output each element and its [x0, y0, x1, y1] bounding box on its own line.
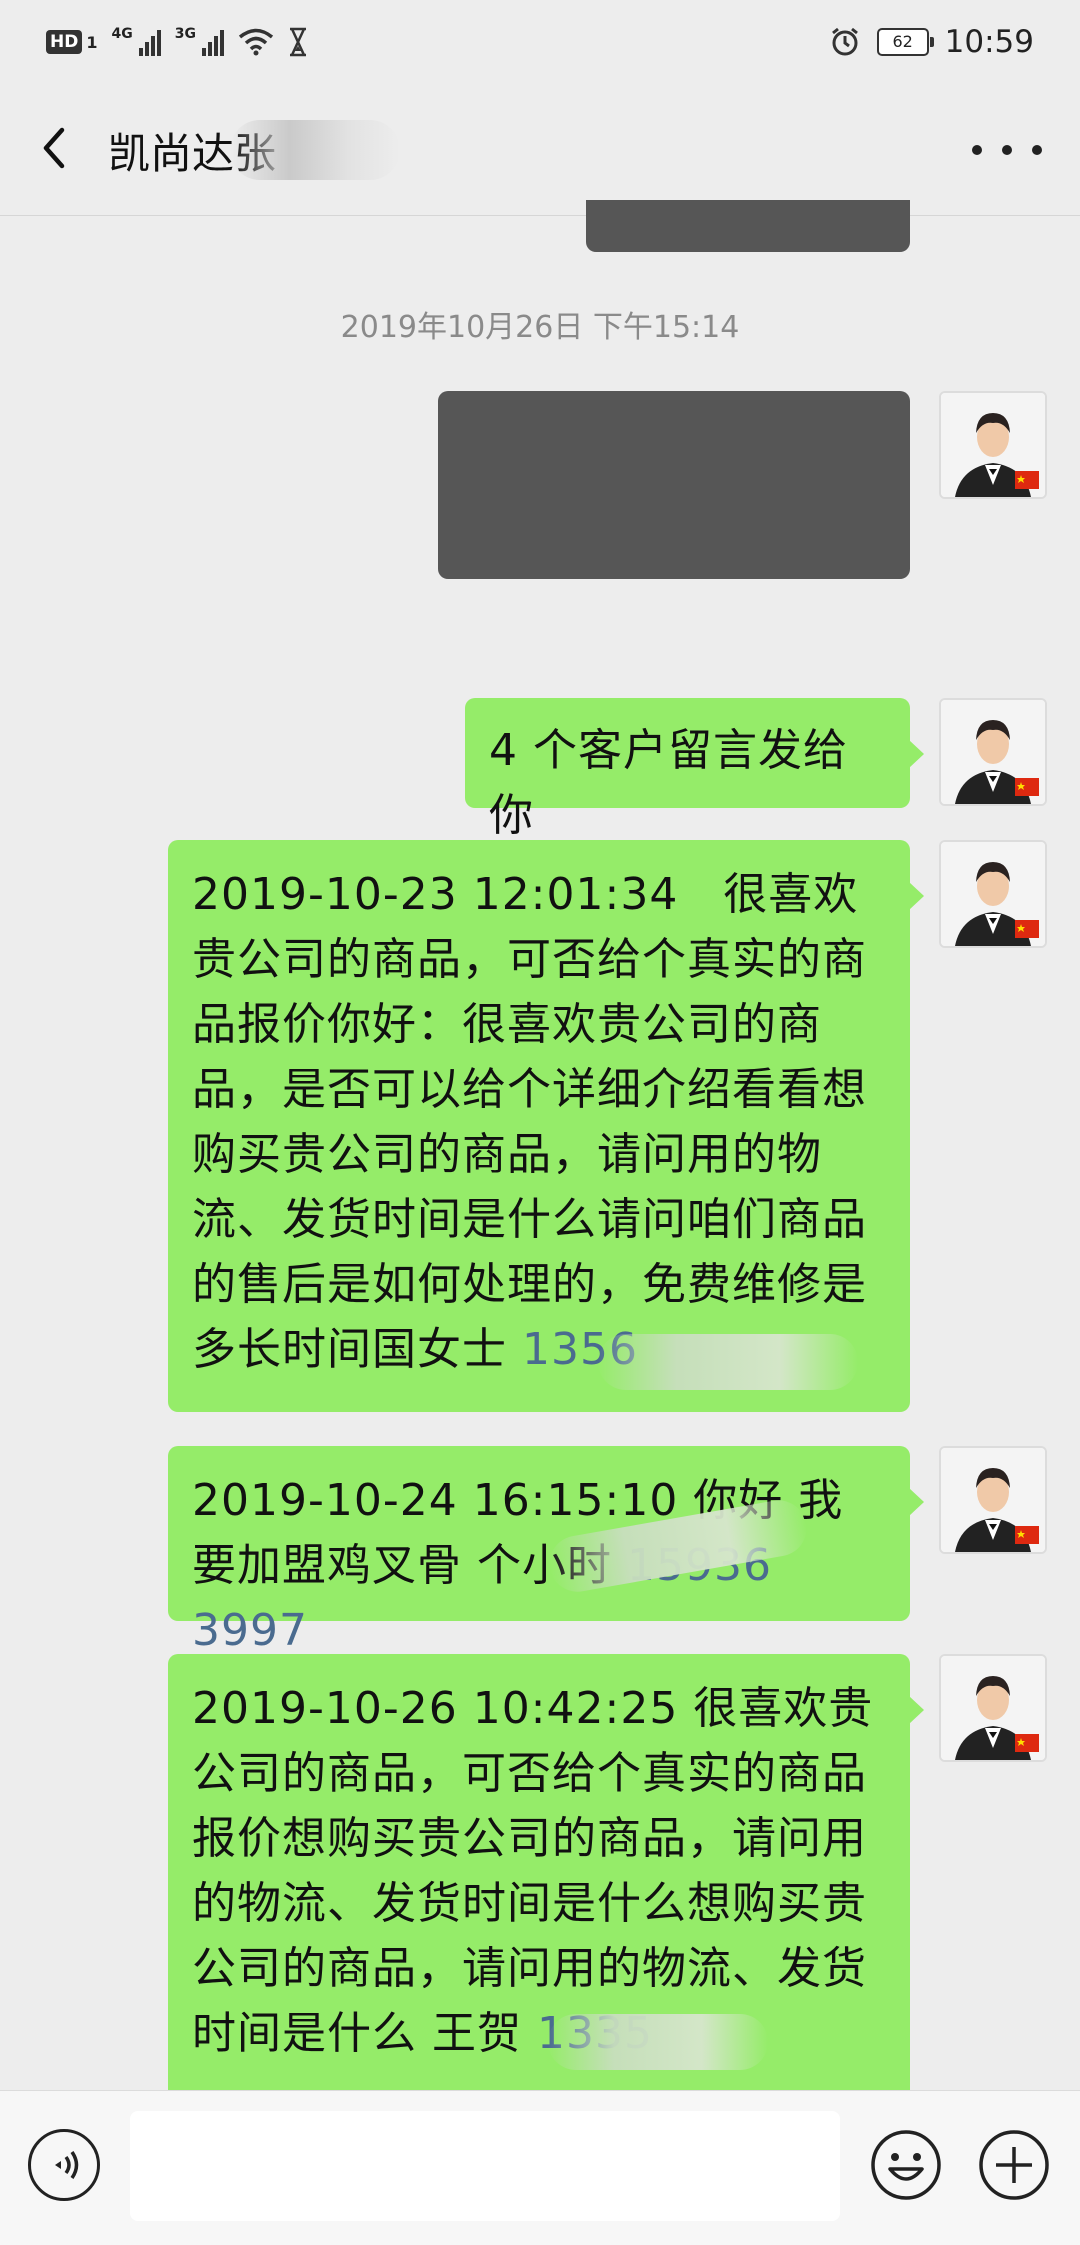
net2-label: 3G	[174, 26, 196, 42]
message-timestamp: 2019年10月26日 下午15:14	[340, 310, 740, 345]
more-icon[interactable]	[972, 130, 1042, 170]
message-text: 2019-10-23 12:01:34 很喜欢贵公司的商品，可否给个真实的商品报…	[192, 869, 867, 1375]
voice-icon[interactable]	[28, 2129, 100, 2201]
redacted-message-top	[586, 200, 910, 252]
plus-icon[interactable]	[978, 2129, 1050, 2201]
avatar-image	[941, 700, 1045, 804]
message-bubble[interactable]: 2019-10-26 10:42:25 很喜欢贵公司的商品，可否给个真实的商品报…	[168, 1654, 924, 2090]
avatar-image	[941, 842, 1045, 946]
redacted-image-message[interactable]	[438, 391, 910, 579]
redaction-smear	[548, 2014, 768, 2070]
obscured-title-blur	[230, 120, 400, 180]
battery-indicator: 62	[876, 28, 934, 56]
avatar-image	[941, 1656, 1045, 1760]
input-bar	[0, 2090, 1080, 2245]
wifi-icon	[238, 28, 274, 56]
avatar[interactable]	[939, 840, 1047, 948]
hourglass-icon	[289, 27, 306, 57]
message-bubble[interactable]: 4 个客户留言发给你	[465, 698, 924, 841]
alarm-icon	[831, 27, 858, 56]
signal-icon-2	[201, 28, 224, 56]
avatar[interactable]	[939, 698, 1047, 806]
status-bar: HD 1 4G 3G 62 10:59	[0, 0, 1080, 80]
message-text: 2019-10-26 10:42:25 很喜欢贵公司的商品，可否给个真实的商品报…	[192, 1683, 874, 2059]
signal-icon	[138, 28, 161, 56]
message-bubble[interactable]: 2019-10-24 16:15:10 你好 我要加盟鸡叉骨 个小时 15936…	[168, 1446, 924, 1656]
message-bubble[interactable]: 2019-10-23 12:01:34 很喜欢贵公司的商品，可否给个真实的商品报…	[168, 840, 924, 1412]
voice-waves-icon	[55, 2151, 79, 2179]
chat-header: 凯尚达张	[0, 80, 1080, 216]
redaction-smear	[598, 1334, 858, 1390]
emoji-icon[interactable]	[870, 2129, 942, 2201]
message-text: 4 个客户留言发给你	[489, 725, 848, 841]
avatar[interactable]	[939, 1446, 1047, 1554]
sim1-label: 1	[86, 32, 98, 52]
avatar-image	[941, 1448, 1045, 1552]
avatar-image	[941, 393, 1045, 497]
hd-icon: HD	[46, 30, 83, 54]
avatar[interactable]	[939, 1654, 1047, 1762]
status-left: HD 1 4G 3G	[46, 22, 308, 62]
net1-label: 4G	[111, 26, 133, 42]
avatar[interactable]	[939, 391, 1047, 499]
status-right: 62 10:59	[829, 20, 1034, 64]
status-time: 10:59	[944, 24, 1034, 60]
chevron-left-icon[interactable]	[30, 118, 80, 178]
message-input[interactable]	[130, 2111, 840, 2221]
